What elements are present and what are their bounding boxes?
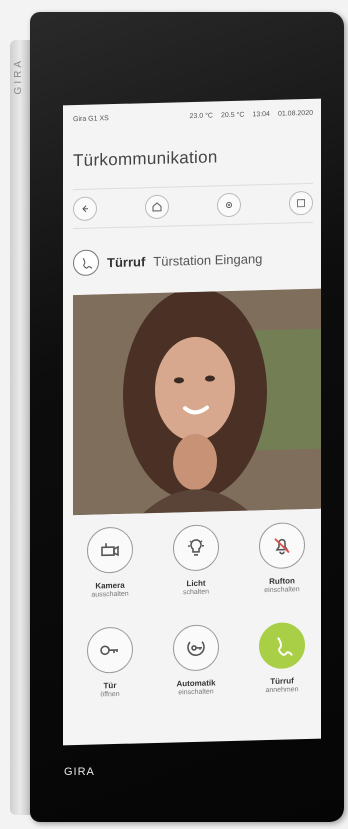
home-icon (152, 202, 162, 212)
ringtone-control[interactable]: Rufton einschalten (245, 522, 319, 595)
accept-call-button[interactable] (259, 622, 305, 670)
home-button[interactable] (145, 194, 169, 220)
indoor-temperature: 20.5 °C (220, 111, 245, 119)
page-title: Türkommunikation (73, 147, 218, 171)
door-open-sublabel: öffnen (100, 690, 120, 699)
camera-control[interactable]: Kamera ausschalten (73, 526, 147, 599)
touch-screen: Gira G1 XS 23.0 °C 20.5 °C 13:04 01.08.2… (63, 98, 321, 746)
gear-icon (226, 202, 232, 209)
accept-call-control[interactable]: Türruf annehmen (245, 622, 319, 695)
bottom-brand: GIRA (64, 766, 95, 778)
call-subtitle: Türstation Eingang (153, 250, 263, 269)
automatic-sublabel: einschalten (178, 688, 214, 697)
phone-icon (73, 249, 99, 277)
call-header: Türruf Türstation Eingang (73, 244, 262, 277)
camera-sublabel: ausschalten (91, 590, 129, 599)
status-bar: Gira G1 XS 23.0 °C 20.5 °C 13:04 01.08.2… (73, 107, 313, 125)
call-title: Türruf (107, 253, 146, 270)
door-camera-video (73, 288, 321, 516)
phone-accept-icon (277, 637, 293, 656)
model-name: Gira G1 XS (73, 114, 109, 123)
light-sublabel: schalten (182, 588, 210, 597)
accept-call-sublabel: annehmen (265, 686, 299, 695)
light-bulb-icon (188, 539, 204, 556)
light-control[interactable]: Licht schalten (159, 524, 233, 597)
menu-button[interactable] (289, 190, 313, 216)
automatic-button[interactable] (173, 624, 219, 672)
grid-menu-icon (297, 199, 305, 208)
camera-icon (101, 543, 119, 557)
camera-button[interactable] (87, 526, 133, 574)
settings-button[interactable] (217, 192, 241, 218)
time: 13:04 (252, 110, 270, 118)
key-icon (100, 645, 118, 656)
device-side-edge (10, 40, 32, 815)
ringtone-button[interactable] (259, 522, 305, 570)
automatic-control[interactable]: Automatik einschalten (159, 624, 233, 697)
bell-muted-icon (274, 538, 290, 555)
navigation-bar (73, 182, 313, 230)
arrow-left-icon (82, 205, 88, 213)
back-button[interactable] (73, 196, 97, 222)
light-button[interactable] (173, 524, 219, 572)
side-brand: GIRA (13, 58, 24, 95)
control-grid: Kamera ausschalten Licht schalten Rufton… (73, 504, 321, 740)
date: 01.08.2020 (277, 109, 313, 118)
door-open-control[interactable]: Tür öffnen (73, 626, 147, 699)
automatic-door-icon (187, 641, 205, 656)
outdoor-temperature: 23.0 °C (189, 111, 213, 120)
ringtone-sublabel: einschalten (264, 586, 300, 595)
door-open-button[interactable] (87, 626, 133, 674)
